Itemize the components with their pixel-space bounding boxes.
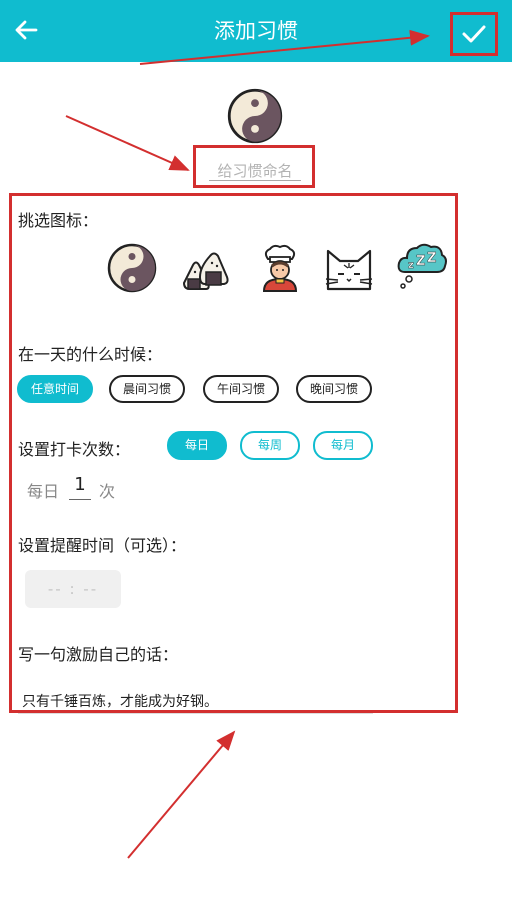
motto-underline xyxy=(18,713,373,714)
option-weekly[interactable]: 每周 xyxy=(240,431,300,460)
checkmark-icon xyxy=(462,25,486,43)
reminder-label: 设置提醒时间（可选）： xyxy=(18,536,187,555)
svg-text:z: z xyxy=(408,260,414,271)
frequency-label: 设置打卡次数： xyxy=(18,440,131,459)
count-prefix: 每日 xyxy=(27,482,60,501)
time-of-day-label: 在一天的什么时候： xyxy=(18,345,163,364)
sleep-cloud-icon[interactable]: z Z Z xyxy=(395,240,449,290)
page-title: 添加习惯 xyxy=(214,19,298,43)
cat-icon[interactable] xyxy=(324,243,374,293)
yin-yang-icon[interactable] xyxy=(107,243,157,293)
motto-input[interactable]: 只有千锤百炼，才能成为好钢。 xyxy=(22,691,218,711)
option-morning[interactable]: 晨间习惯 xyxy=(109,375,185,403)
chef-icon[interactable] xyxy=(255,243,305,293)
icon-section-label: 挑选图标： xyxy=(18,211,99,230)
onigiri-icon[interactable] xyxy=(180,243,230,293)
option-any-time[interactable]: 任意时间 xyxy=(17,375,93,403)
arrow-to-form xyxy=(127,730,236,859)
selected-habit-icon[interactable] xyxy=(227,88,283,144)
count-suffix: 次 xyxy=(99,482,116,501)
reminder-time-picker[interactable]: -- : -- xyxy=(25,570,121,608)
svg-text:Z: Z xyxy=(416,254,425,269)
confirm-button[interactable] xyxy=(450,12,498,56)
option-noon[interactable]: 午间习惯 xyxy=(203,375,279,403)
option-evening[interactable]: 晚间习惯 xyxy=(296,375,372,403)
count-input[interactable]: 1 xyxy=(69,474,91,500)
svg-text:Z: Z xyxy=(427,251,436,266)
option-monthly[interactable]: 每月 xyxy=(313,431,373,460)
habit-name-input[interactable] xyxy=(209,161,301,181)
motto-label: 写一句激励自己的话： xyxy=(18,645,179,664)
arrow-to-name xyxy=(65,115,190,171)
option-daily[interactable]: 每日 xyxy=(167,431,227,460)
